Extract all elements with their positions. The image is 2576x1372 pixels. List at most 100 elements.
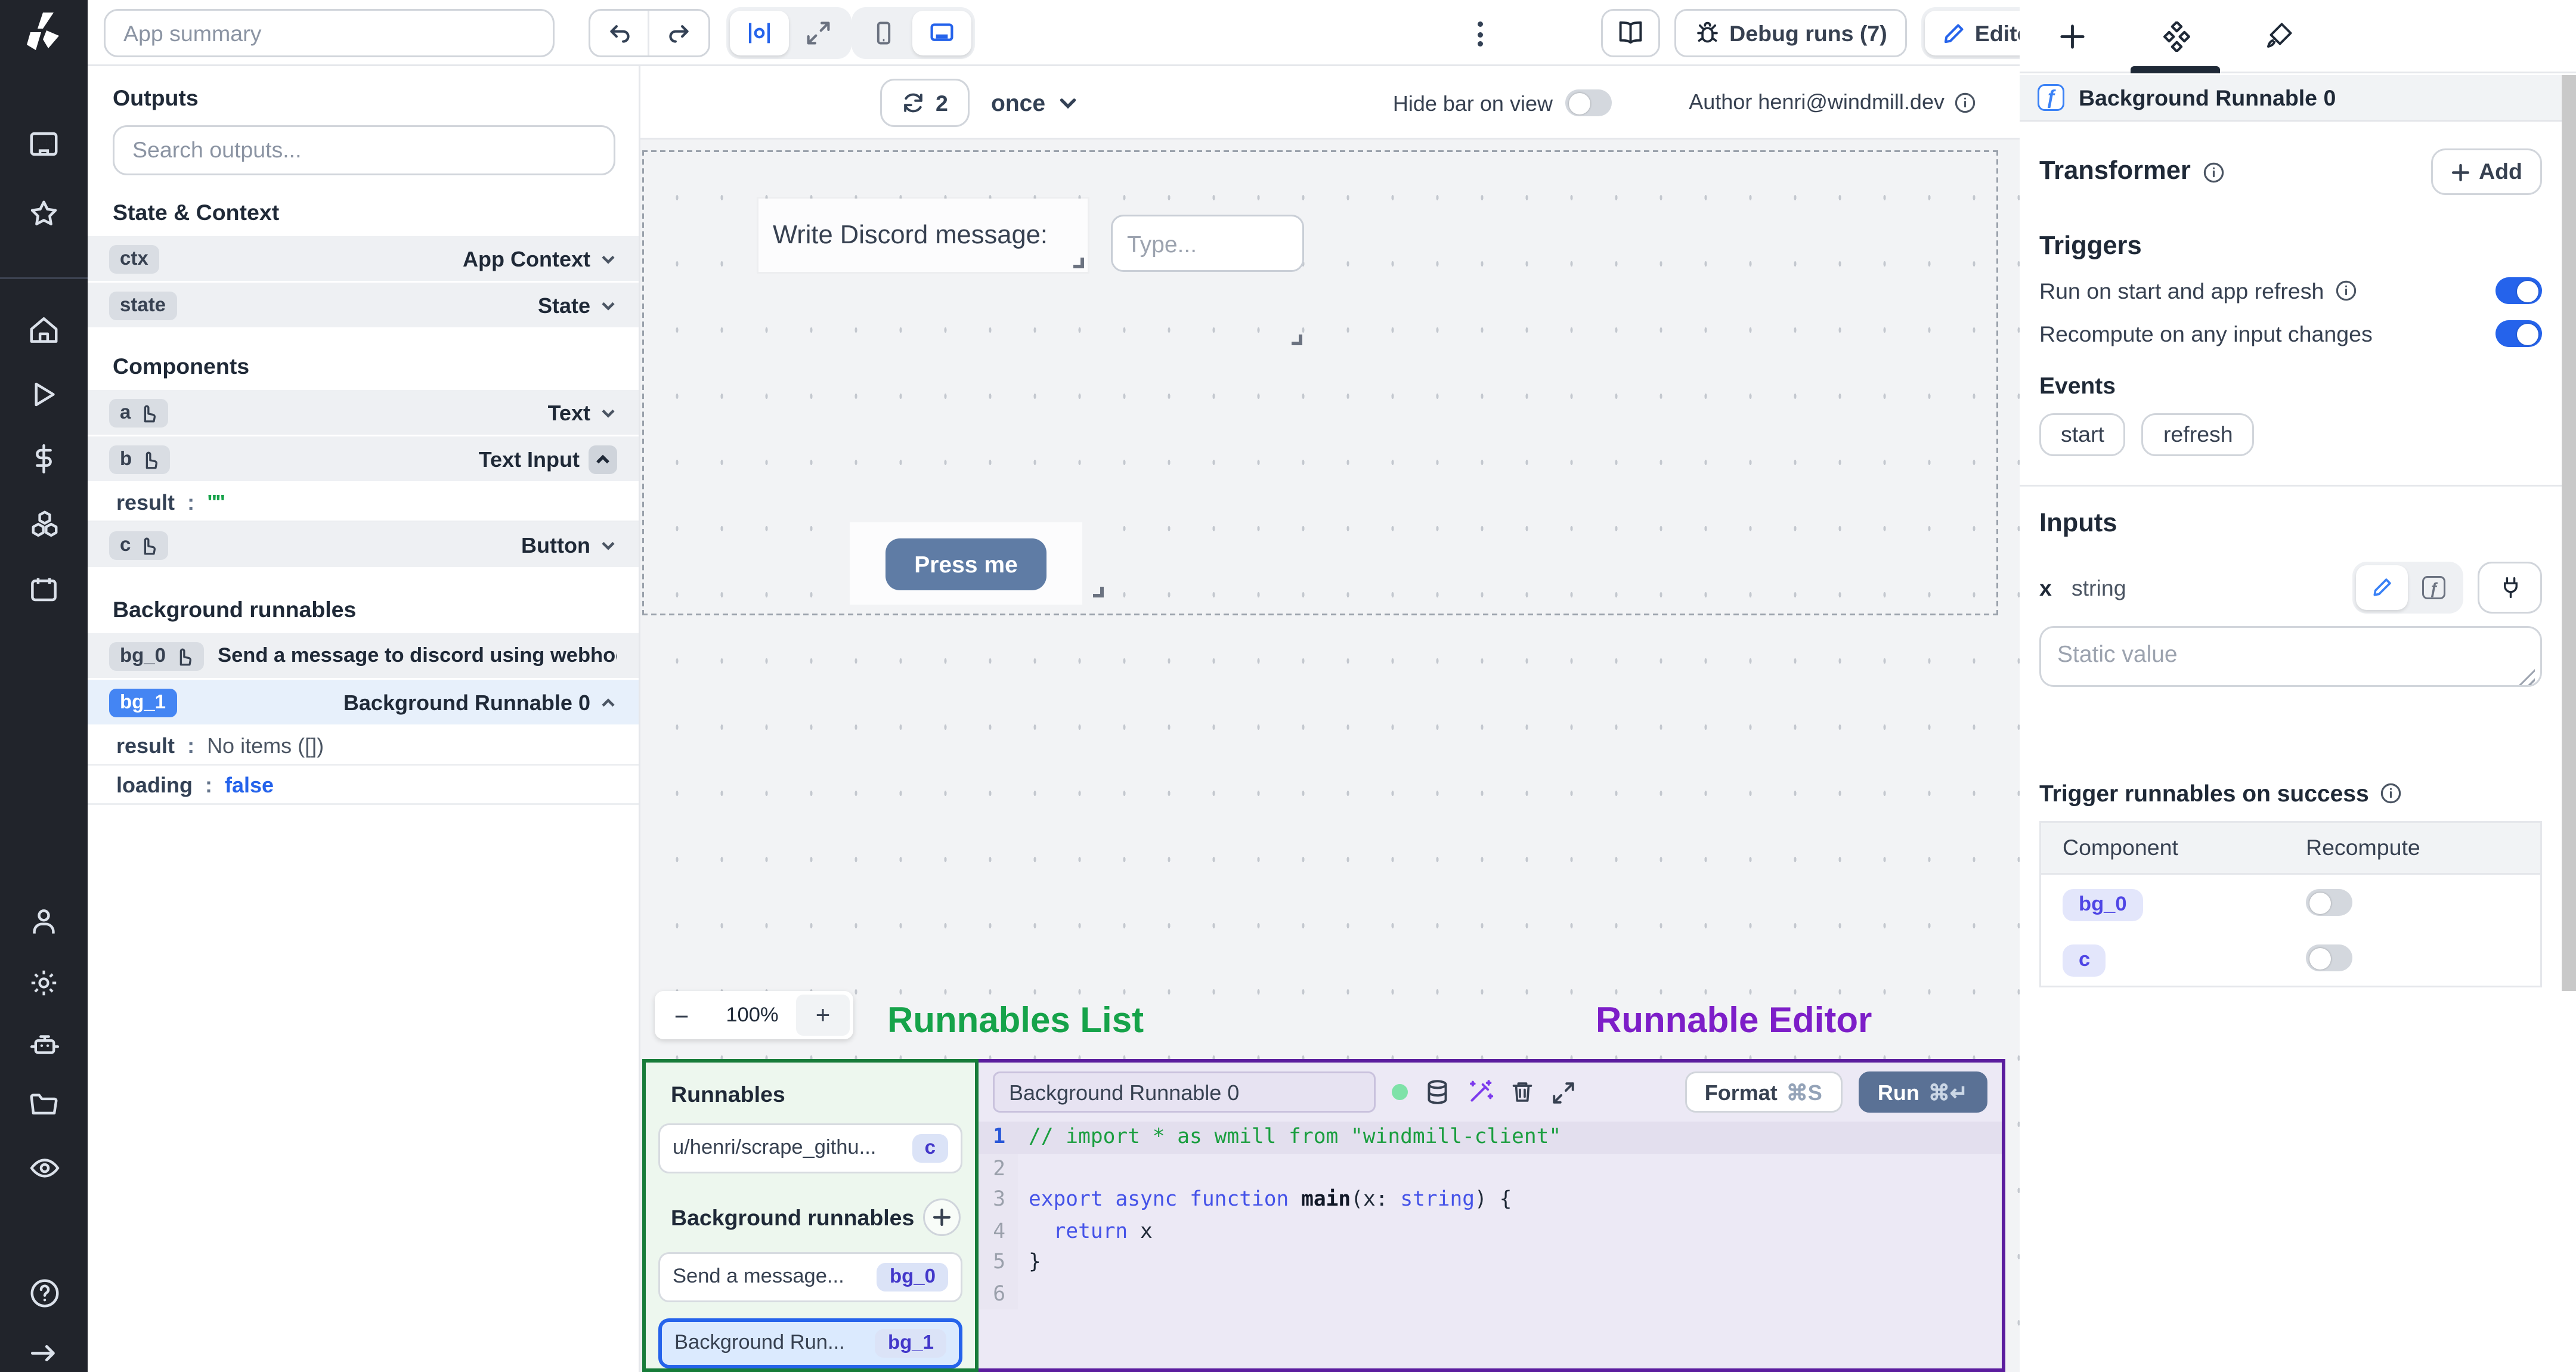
resources-icon[interactable] — [29, 508, 61, 540]
scrollbar[interactable] — [2562, 75, 2576, 1372]
schedules-icon[interactable] — [29, 574, 59, 605]
bg1-result-row[interactable]: result : No items ([]) — [88, 726, 639, 766]
runnable-item-bg0[interactable]: Send a message... bg_0 — [658, 1252, 962, 1302]
chevron-down-icon[interactable] — [599, 296, 617, 314]
pointer-hand-icon — [145, 451, 157, 468]
b-result-row[interactable]: result : "" — [88, 483, 639, 522]
windmill-app-editor: Debug runs (7) Editor Preview Draft ⌘S — [0, 0, 2576, 1372]
app-canvas[interactable]: Write Discord message: Press me − 100% +… — [640, 140, 2020, 1372]
settings-icon[interactable] — [29, 968, 59, 998]
author-label: Author henri@windmill.dev — [1689, 89, 1945, 114]
add-runnable-button[interactable] — [923, 1198, 961, 1236]
windmill-logo-icon[interactable] — [25, 11, 63, 52]
redo-button[interactable] — [649, 11, 708, 55]
docs-button[interactable] — [1600, 9, 1660, 57]
user-icon[interactable] — [29, 907, 59, 937]
ai-wand-icon[interactable] — [1467, 1079, 1494, 1105]
code-line[interactable]: 1// import * as wmill from "windmill-cli… — [979, 1122, 2002, 1153]
folders-icon[interactable] — [29, 1089, 59, 1120]
workers-icon[interactable] — [29, 1029, 61, 1061]
resize-handle[interactable] — [1292, 335, 1302, 345]
info-icon[interactable] — [1953, 91, 1977, 114]
code-line[interactable]: 6 — [979, 1278, 2002, 1309]
runs-icon[interactable] — [29, 379, 59, 410]
zoom-out-button[interactable]: − — [655, 1001, 708, 1030]
tab-styling[interactable] — [2227, 0, 2331, 73]
add-transformer-button[interactable]: Add — [2431, 148, 2542, 195]
chevron-up-icon[interactable] — [589, 444, 617, 473]
recompute-bg0-toggle[interactable] — [2306, 889, 2352, 916]
chevron-down-icon[interactable] — [599, 536, 617, 554]
bg1-loading-row[interactable]: loading : false — [88, 766, 639, 805]
recompute-label: Recompute on any input changes — [2039, 321, 2373, 346]
press-me-button[interactable]: Press me — [886, 537, 1046, 590]
fullscreen-layout-button[interactable] — [789, 11, 848, 55]
run-button[interactable]: Run ⌘↵ — [1857, 1071, 1987, 1113]
search-outputs-input[interactable] — [113, 125, 615, 175]
output-row-a[interactable]: a Text — [88, 390, 639, 436]
chevron-down-icon[interactable] — [599, 404, 617, 422]
recompute-c-toggle[interactable] — [2306, 944, 2352, 971]
output-row-c[interactable]: c Button — [88, 522, 639, 569]
code-line[interactable]: 4 return x — [979, 1215, 2002, 1247]
undo-button[interactable] — [590, 11, 649, 55]
info-icon[interactable] — [2202, 160, 2225, 184]
info-icon[interactable] — [2334, 279, 2358, 302]
run-on-start-toggle[interactable] — [2496, 277, 2542, 304]
collapse-arrow-icon[interactable] — [29, 1338, 59, 1368]
code-line[interactable]: 3 export async function main(x: string) { — [979, 1184, 2002, 1216]
info-icon[interactable] — [2380, 782, 2403, 805]
runnable-name-input[interactable] — [993, 1071, 1376, 1113]
static-mode-button[interactable] — [2356, 565, 2408, 610]
delete-icon[interactable] — [1510, 1079, 1535, 1105]
output-row-bg0[interactable]: bg_0 Send a message to discord using web… — [88, 633, 639, 680]
eval-mode-button[interactable]: ƒ — [2408, 565, 2460, 610]
cache-icon[interactable] — [1424, 1079, 1451, 1105]
static-value-input[interactable] — [2039, 626, 2542, 687]
mobile-view-button[interactable] — [855, 11, 912, 55]
more-menu-button[interactable] — [1469, 14, 1490, 54]
resize-handle[interactable] — [1093, 587, 1104, 597]
output-row-bg1[interactable]: bg_1 Background Runnable 0 — [88, 680, 639, 726]
zoom-in-button[interactable]: + — [796, 995, 850, 1036]
tab-insert[interactable] — [2020, 0, 2123, 73]
center-layout-button[interactable] — [730, 11, 789, 55]
schedule-dropdown[interactable]: once — [991, 79, 1079, 127]
output-row-state[interactable]: state State — [88, 283, 639, 329]
debug-runs-button[interactable]: Debug runs (7) — [1674, 9, 1907, 57]
help-icon[interactable] — [29, 1277, 61, 1309]
resize-handle[interactable] — [1073, 258, 1084, 268]
text-component[interactable]: Write Discord message: — [758, 199, 1088, 272]
textinput-component[interactable] — [1111, 215, 1304, 272]
hide-bar-toggle[interactable] — [1565, 89, 1612, 116]
code-line[interactable]: 5} — [979, 1247, 2002, 1278]
refresh-count-button[interactable]: 2 — [880, 79, 970, 127]
code-lines[interactable]: 1// import * as wmill from "windmill-cli… — [979, 1122, 2002, 1368]
pointer-hand-icon — [144, 404, 156, 422]
loading-key: loading — [116, 772, 193, 797]
favorites-icon[interactable] — [29, 199, 59, 229]
event-refresh-pill[interactable]: refresh — [2141, 413, 2255, 456]
expand-icon[interactable] — [1551, 1080, 1576, 1105]
runnable-item-bg1[interactable]: Background Run... bg_1 — [658, 1318, 962, 1368]
tab-settings-active[interactable] — [2123, 0, 2227, 73]
scrollbar-thumb[interactable] — [2562, 75, 2576, 991]
format-button[interactable]: Format ⌘S — [1685, 1071, 1842, 1113]
runnable-item-script[interactable]: u/henri/scrape_githu... c — [658, 1123, 962, 1173]
chevron-up-icon[interactable] — [599, 693, 617, 711]
code-line[interactable]: 2 — [979, 1153, 2002, 1184]
apps-icon[interactable] — [29, 129, 59, 159]
audit-eye-icon[interactable] — [29, 1152, 61, 1184]
output-row-ctx[interactable]: ctx App Context — [88, 236, 639, 283]
connect-input-button[interactable] — [2478, 562, 2542, 614]
chevron-down-icon[interactable] — [599, 250, 617, 268]
variables-icon[interactable] — [29, 444, 59, 474]
app-summary-input[interactable] — [104, 9, 555, 57]
event-start-pill[interactable]: start — [2039, 413, 2126, 456]
recompute-toggle[interactable] — [2496, 320, 2542, 347]
row-badge-c: c — [2063, 943, 2107, 976]
plus-icon — [2059, 23, 2084, 48]
output-row-b[interactable]: b Text Input — [88, 436, 639, 483]
desktop-view-button[interactable] — [912, 11, 971, 55]
home-icon[interactable] — [29, 315, 59, 345]
